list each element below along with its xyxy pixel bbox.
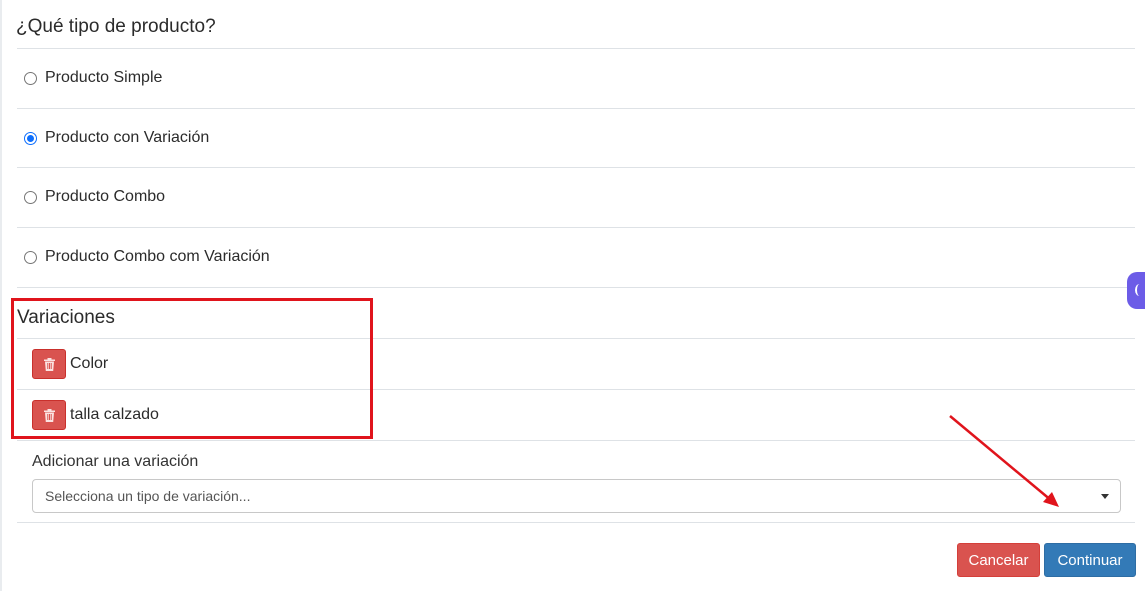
variation-item-color: Color xyxy=(32,349,108,379)
variation-label: talla calzado xyxy=(70,406,159,423)
select-placeholder: Selecciona un tipo de variación... xyxy=(45,488,251,504)
variations-title: Variaciones xyxy=(17,307,115,328)
widget-icon xyxy=(1135,284,1144,296)
radio-label: Producto Combo xyxy=(45,188,166,205)
cancel-button[interactable]: Cancelar xyxy=(957,543,1040,577)
delete-variation-button[interactable] xyxy=(32,400,66,430)
caret-down-icon xyxy=(1101,494,1109,499)
radio-label: Producto con Variación xyxy=(45,129,210,146)
floating-widget-tab[interactable] xyxy=(1127,272,1145,309)
trash-icon xyxy=(43,408,55,422)
divider xyxy=(17,522,1135,523)
variation-type-select[interactable]: Selecciona un tipo de variación... xyxy=(32,479,1121,513)
divider xyxy=(17,108,1135,109)
radio-label: Producto Combo com Variación xyxy=(45,248,270,265)
radio-icon[interactable] xyxy=(24,250,37,264)
divider xyxy=(17,440,1135,441)
radio-label: Producto Simple xyxy=(45,69,163,86)
radio-icon[interactable] xyxy=(24,190,37,204)
add-variation-label: Adicionar una variación xyxy=(32,453,199,470)
radio-producto-combo-com-variacion[interactable]: Producto Combo com Variación xyxy=(24,248,270,266)
radio-producto-combo[interactable]: Producto Combo xyxy=(24,188,165,206)
continue-button[interactable]: Continuar xyxy=(1044,543,1136,577)
radio-producto-simple[interactable]: Producto Simple xyxy=(24,69,162,87)
divider xyxy=(17,167,1135,168)
divider xyxy=(17,389,1135,390)
trash-icon xyxy=(43,357,55,371)
divider xyxy=(17,48,1135,49)
radio-icon[interactable] xyxy=(24,71,37,85)
page-left-border xyxy=(0,0,2,591)
variation-item-talla-calzado: talla calzado xyxy=(32,400,159,430)
radio-producto-con-variacion[interactable]: Producto con Variación xyxy=(24,129,209,147)
product-type-question: ¿Qué tipo de producto? xyxy=(16,16,216,37)
divider xyxy=(17,338,1135,339)
variation-label: Color xyxy=(70,355,109,372)
divider xyxy=(17,227,1135,228)
delete-variation-button[interactable] xyxy=(32,349,66,379)
divider xyxy=(17,287,1135,288)
radio-icon[interactable] xyxy=(24,131,37,145)
